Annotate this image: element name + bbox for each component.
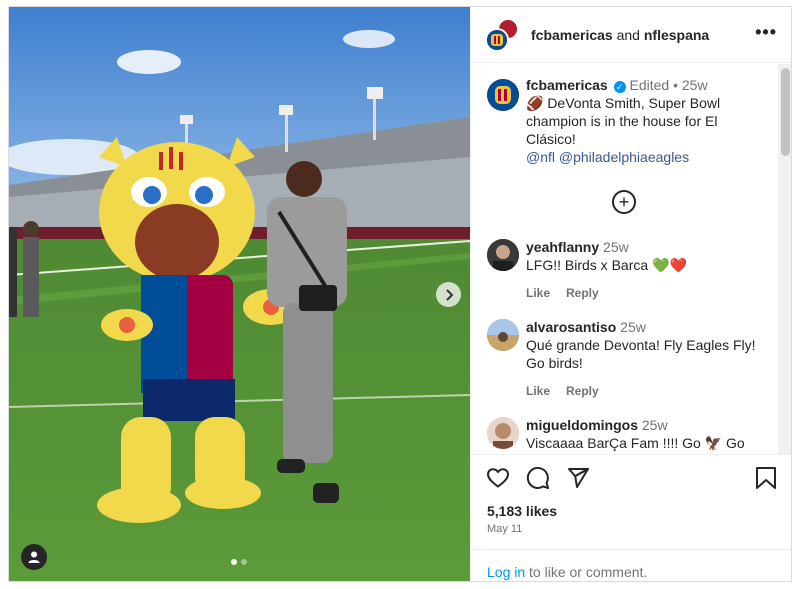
- login-link[interactable]: Log in: [487, 564, 525, 580]
- comment-icon: [526, 466, 549, 489]
- caption-separator: •: [673, 77, 678, 93]
- header-and-text: and: [616, 26, 640, 43]
- caption-body: fcbamericas ✓ Edited • 25w 🏈 DeVonta Smi…: [526, 76, 767, 166]
- avatar-photo: [487, 319, 519, 351]
- share-icon: [568, 468, 589, 488]
- share-button[interactable]: [565, 465, 591, 491]
- caption-time[interactable]: 25w: [682, 77, 708, 93]
- comment-avatar[interactable]: [487, 319, 519, 351]
- comment-reply-button[interactable]: Reply: [566, 286, 599, 300]
- post-media[interactable]: [9, 7, 470, 581]
- comment-text: migueldomingos 25w Viscaaaa BarÇa Fam !!…: [526, 416, 777, 452]
- comment-time[interactable]: 25w: [642, 417, 668, 433]
- carousel-dot: [241, 559, 247, 565]
- user-tag-icon: [28, 551, 40, 563]
- next-slide-button[interactable]: [436, 282, 461, 307]
- post-dialog: fcbamericas and nflespana ••• fcbamerica…: [8, 6, 792, 582]
- caption-mention-eagles[interactable]: @philadelphiaeagles: [559, 149, 689, 165]
- caption-edited: Edited: [629, 77, 670, 93]
- comment-username[interactable]: alvarosantiso: [526, 319, 616, 335]
- comments-scrollbar[interactable]: [778, 64, 791, 454]
- likes-count[interactable]: 5,183 likes: [487, 503, 557, 519]
- comment-avatar[interactable]: [487, 417, 519, 449]
- comment-time[interactable]: 25w: [620, 319, 646, 335]
- comment-username[interactable]: yeahflanny: [526, 239, 599, 255]
- more-options-button[interactable]: •••: [755, 23, 777, 41]
- verified-badge-icon: ✓: [613, 81, 626, 93]
- fcb-crest-icon: [487, 29, 507, 50]
- post-photo: [9, 7, 470, 581]
- fcb-crest-icon: [487, 79, 519, 111]
- comment-avatar[interactable]: [487, 239, 519, 271]
- tagged-users-button[interactable]: [21, 544, 47, 570]
- load-more-comments-button[interactable]: +: [612, 190, 636, 214]
- post-header-title: fcbamericas and nflespana: [531, 27, 709, 43]
- login-prompt-text: to like or comment.: [525, 564, 648, 580]
- save-button[interactable]: [753, 465, 779, 491]
- caption-username[interactable]: fcbamericas: [526, 77, 608, 93]
- comment-like-button[interactable]: Like: [526, 384, 550, 398]
- caption-text: 🏈 DeVonta Smith, Super Bowl champion is …: [526, 95, 721, 147]
- bookmark-icon: [756, 467, 776, 489]
- comment-item: migueldomingos 25w Viscaaaa BarÇa Fam !!…: [487, 416, 777, 452]
- comment-text: yeahflanny 25w LFG!! Birds x Barca 💚❤️: [526, 238, 777, 274]
- comment-button[interactable]: [525, 465, 551, 491]
- carousel-dot-active: [231, 559, 237, 565]
- scrollbar-thumb[interactable]: [781, 68, 790, 156]
- like-button[interactable]: [485, 465, 511, 491]
- avatar-photo: [487, 239, 519, 271]
- comment-time[interactable]: 25w: [603, 239, 629, 255]
- comment-body: Viscaaaa BarÇa Fam !!!! Go 🦅 Go: [526, 435, 745, 451]
- comment-body: Qué grande Devonta! Fly Eagles Fly! Go b…: [526, 337, 756, 371]
- comment-item: alvarosantiso 25w Qué grande Devonta! Fl…: [487, 318, 777, 398]
- post-date[interactable]: May 11: [487, 523, 522, 535]
- heart-icon: [487, 468, 509, 488]
- comment-item: yeahflanny 25w LFG!! Birds x Barca 💚❤️ L…: [487, 238, 777, 300]
- comment-reply-button[interactable]: Reply: [566, 384, 599, 398]
- comment-username[interactable]: migueldomingos: [526, 417, 638, 433]
- comment-body: LFG!! Birds x Barca 💚❤️: [526, 257, 687, 273]
- comment-actions: Like Reply: [526, 384, 777, 398]
- action-icons: [485, 465, 591, 491]
- comments-scroll-area[interactable]: fcbamericas ✓ Edited • 25w 🏈 DeVonta Smi…: [471, 64, 791, 454]
- comment-text: alvarosantiso 25w Qué grande Devonta! Fl…: [526, 318, 777, 372]
- post-header: fcbamericas and nflespana •••: [471, 7, 791, 63]
- avatar-fcbamericas[interactable]: [485, 27, 509, 52]
- comment-actions: Like Reply: [526, 286, 777, 300]
- caption-mention-nfl[interactable]: @nfl: [526, 149, 555, 165]
- carousel-indicator: [231, 559, 247, 565]
- post-caption: fcbamericas ✓ Edited • 25w 🏈 DeVonta Smi…: [487, 76, 767, 166]
- login-prompt: Log in to like or comment.: [471, 549, 791, 581]
- post-side-panel: fcbamericas and nflespana ••• fcbamerica…: [470, 7, 791, 581]
- post-actions: 5,183 likes May 11 Log in to like or com…: [471, 454, 791, 581]
- caption-avatar[interactable]: [487, 79, 519, 111]
- avatar-photo: [487, 417, 519, 449]
- comment-like-button[interactable]: Like: [526, 286, 550, 300]
- collab-avatars[interactable]: [485, 17, 519, 52]
- header-account-primary[interactable]: fcbamericas: [531, 27, 613, 43]
- chevron-right-icon: [445, 288, 453, 301]
- header-account-secondary[interactable]: nflespana: [644, 27, 709, 43]
